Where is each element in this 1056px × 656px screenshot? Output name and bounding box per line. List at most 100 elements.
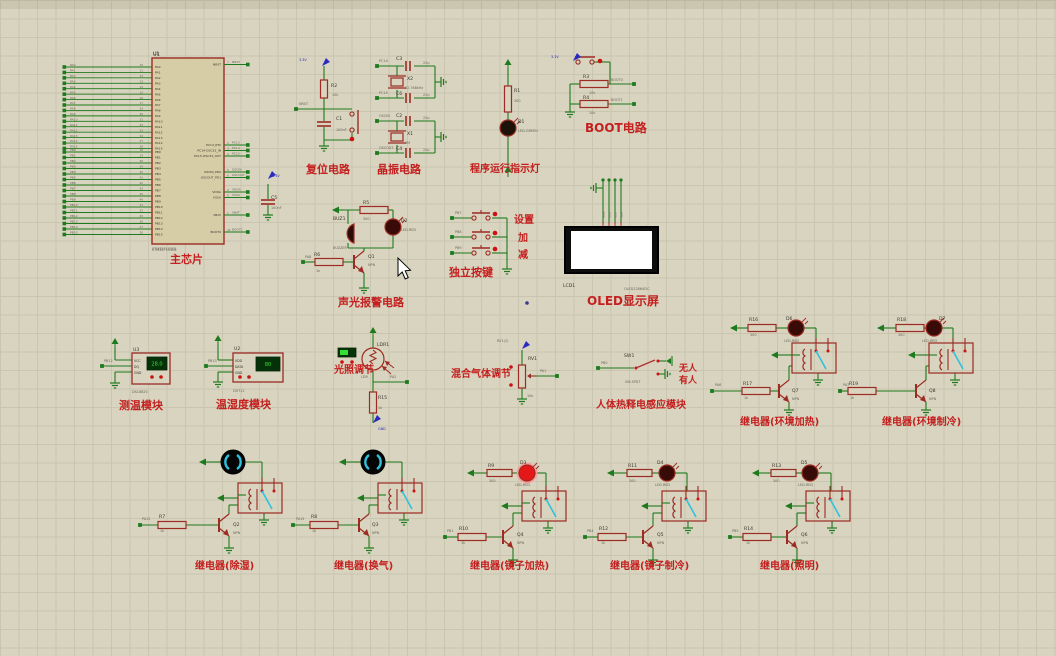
net-terminal — [62, 141, 67, 145]
net-terminal — [62, 97, 67, 102]
relay[interactable] — [791, 338, 837, 374]
mcu-pin-name: PB6 — [155, 183, 161, 187]
pin-number: 30 — [139, 112, 143, 116]
resistor[interactable] — [157, 520, 187, 530]
net-terminal — [294, 107, 298, 111]
terminal-arrow-icon — [785, 502, 792, 510]
button-actuator-dot[interactable] — [492, 211, 498, 217]
section-title: 继电器(环境制冷) — [882, 415, 961, 428]
component-value: 22p — [423, 116, 429, 120]
push-button[interactable] — [471, 229, 498, 240]
potentiometer[interactable] — [517, 364, 527, 389]
control-dot[interactable] — [159, 375, 163, 379]
npn-transistor[interactable] — [358, 513, 370, 537]
motor[interactable] — [360, 449, 386, 475]
power-terminal-icon — [522, 341, 530, 349]
control-dot[interactable] — [247, 375, 251, 379]
button-actuator-dot[interactable] — [349, 136, 355, 142]
section-title: 设置 — [514, 213, 534, 226]
crystal[interactable] — [390, 77, 404, 87]
npn-transistor[interactable] — [353, 250, 365, 274]
resistor[interactable] — [597, 532, 627, 542]
pin-number: 13 — [139, 79, 143, 83]
resistor[interactable] — [895, 323, 925, 333]
mouse-cursor — [397, 256, 412, 280]
relay[interactable] — [521, 486, 567, 522]
npn-collector — [358, 513, 370, 523]
resistor[interactable] — [314, 257, 344, 267]
npn-transistor[interactable] — [218, 513, 230, 537]
npn-collector — [353, 250, 365, 260]
mcu-pin-name: PC13_RTC — [206, 143, 221, 147]
reset-button[interactable] — [349, 110, 359, 142]
control-dot[interactable] — [350, 360, 354, 364]
resistor[interactable] — [368, 391, 378, 414]
section-title: 继电器(镜子加热) — [470, 559, 549, 572]
resistor[interactable] — [579, 79, 609, 89]
resistor[interactable] — [770, 468, 797, 478]
resistor[interactable] — [309, 520, 339, 530]
relay-armature — [685, 498, 697, 518]
npn-transistor[interactable] — [915, 379, 927, 403]
resistor[interactable] — [503, 85, 513, 113]
mcu-pin-name: PA0 — [155, 65, 161, 69]
component-ref: U1 — [153, 51, 159, 57]
control-dot[interactable] — [340, 360, 344, 364]
resistor[interactable] — [319, 79, 329, 99]
component-ref: D3 — [520, 460, 527, 466]
net-terminal — [62, 205, 67, 209]
net-label: PA9 — [70, 112, 76, 116]
npn-transistor[interactable] — [642, 525, 654, 549]
component-ref: D7 — [939, 316, 946, 322]
relay-coil — [532, 496, 537, 519]
npn-transistor[interactable] — [778, 379, 790, 403]
component-ref: R1 — [514, 88, 520, 94]
pin-number: 46 — [139, 198, 143, 202]
control-dot[interactable] — [150, 375, 154, 379]
relay[interactable] — [928, 338, 974, 374]
resistor[interactable] — [457, 532, 487, 542]
control-dot[interactable] — [509, 383, 513, 387]
npn-transistor[interactable] — [786, 525, 798, 549]
pin-number: 25 — [139, 214, 143, 218]
resistor[interactable] — [747, 323, 777, 333]
resistor[interactable] — [359, 205, 389, 215]
resistor[interactable] — [486, 468, 513, 478]
button-actuator-dot[interactable] — [492, 246, 498, 252]
pin-number: 27 — [139, 225, 143, 229]
button-terminal — [471, 234, 477, 240]
net-terminal — [62, 103, 67, 107]
npn-collector — [915, 379, 927, 389]
motor[interactable] — [220, 449, 246, 475]
resistor[interactable] — [579, 99, 609, 109]
relay[interactable] — [661, 486, 707, 522]
led-body — [925, 319, 943, 337]
relay[interactable] — [237, 478, 283, 514]
control-dot[interactable] — [238, 375, 242, 379]
npn-transistor[interactable] — [502, 525, 514, 549]
mcu-pin-name: PA9 — [155, 114, 161, 118]
net-terminal — [405, 380, 409, 384]
proteus-schematic-canvas[interactable]: VCC DQ GND VDD DATA GND 28.0 80 GND VCC SCL SDA PA0 1… — [0, 0, 1056, 656]
component-ref: U2 — [234, 346, 240, 352]
buzzer[interactable] — [346, 223, 355, 244]
push-button[interactable] — [471, 210, 498, 221]
net-label: PB12 — [70, 214, 78, 218]
pin-number: 22 — [139, 209, 143, 213]
relay[interactable] — [377, 478, 423, 514]
net-label: PA3 — [70, 79, 76, 83]
resistor[interactable] — [742, 532, 772, 542]
boot-switch[interactable] — [575, 56, 603, 65]
push-button[interactable] — [471, 245, 498, 256]
switch-actuator-dot[interactable] — [597, 58, 603, 64]
pin-number: 14 — [139, 85, 143, 89]
resistor[interactable] — [847, 386, 877, 396]
button-actuator-dot[interactable] — [492, 230, 498, 236]
mcu-pin-name: PB10 — [155, 205, 163, 209]
relay[interactable] — [805, 486, 851, 522]
resistor[interactable] — [626, 468, 653, 478]
led[interactable] — [499, 117, 521, 137]
crystal[interactable] — [390, 132, 404, 142]
component-ref: C6 — [396, 91, 402, 97]
resistor[interactable] — [741, 386, 771, 396]
